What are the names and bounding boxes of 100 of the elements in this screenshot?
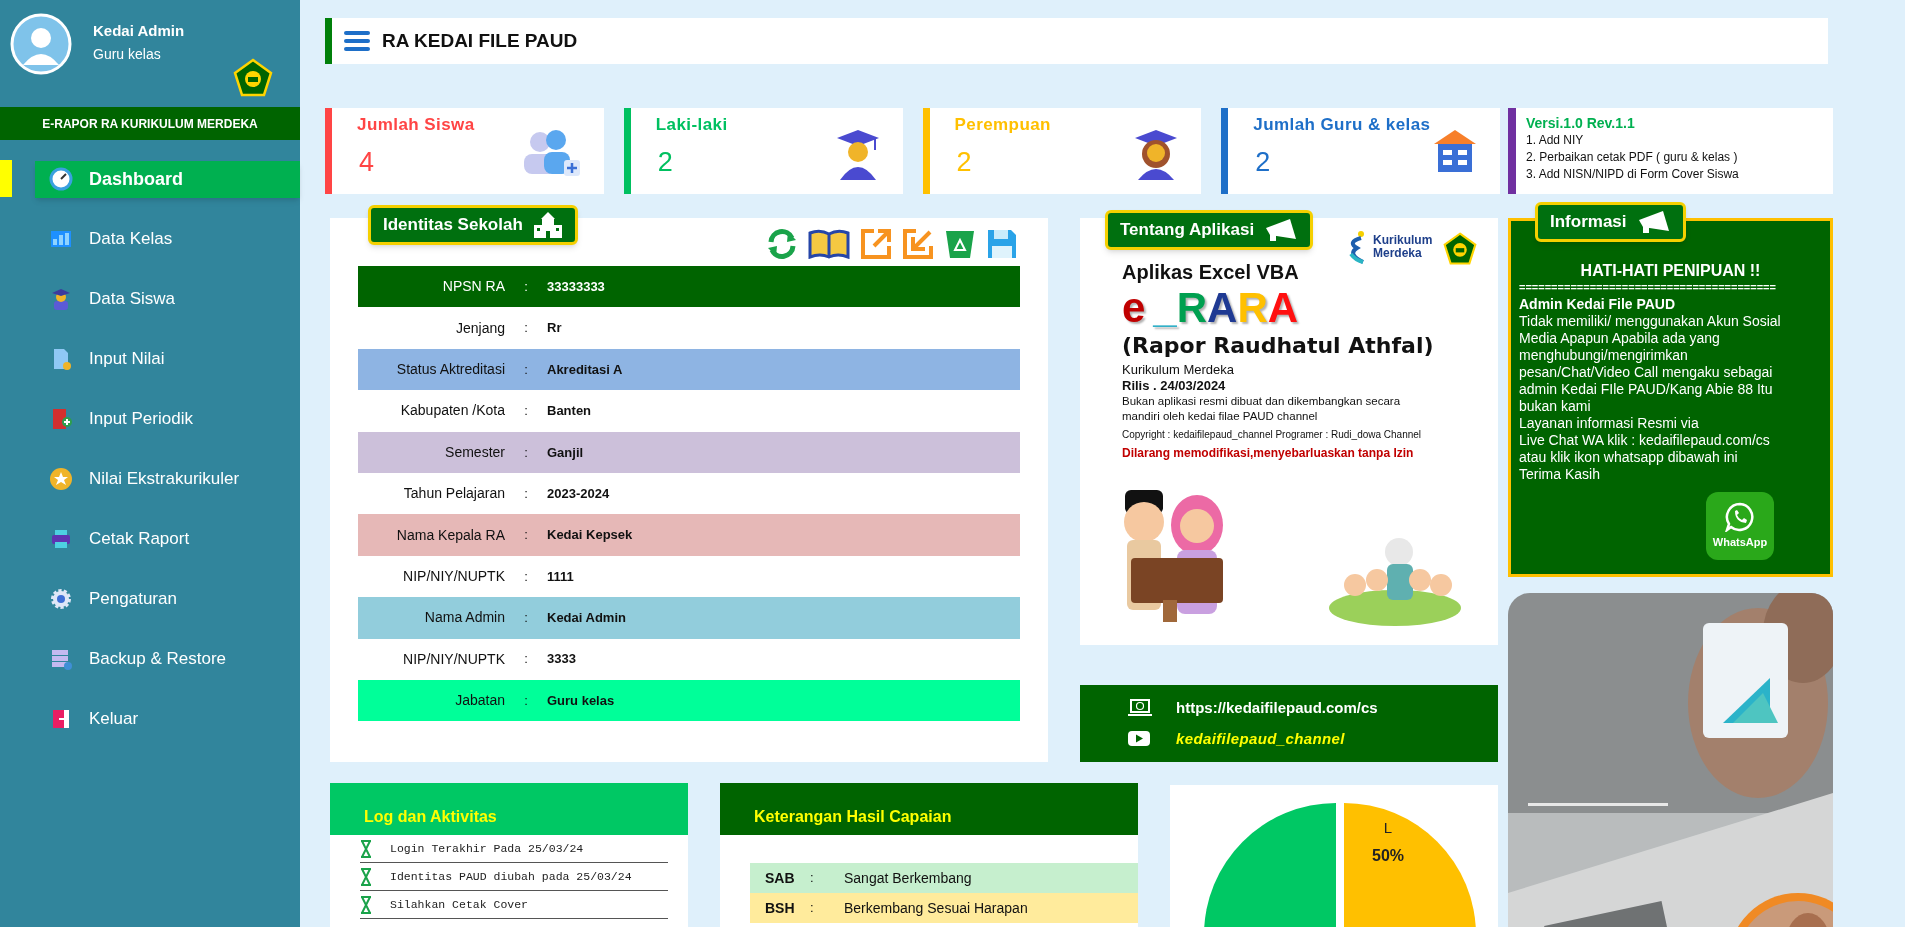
disclaimer-text: Bukan aplikasi resmi dibuat dan dikembangkan secara mandiri oleh kedai filae PAUD channel bbox=[1122, 394, 1402, 424]
field-value: Akreditasi A bbox=[547, 360, 623, 379]
emblem-icon bbox=[1443, 232, 1477, 266]
card-title: Log dan Aktivitas bbox=[364, 807, 497, 827]
sidebar-item[interactable]: Pengaturan bbox=[35, 580, 300, 618]
field-label: Status Aktreditasi bbox=[395, 359, 505, 379]
legend-text: Sangat Berkembang bbox=[844, 868, 972, 888]
colon: : bbox=[523, 526, 529, 545]
field-value: 3333 bbox=[547, 650, 576, 669]
app-banner: E-RAPOR RA KURIKULUM MERDEKA bbox=[0, 107, 300, 140]
curriculum-text: Kurikulum Merdeka bbox=[1122, 362, 1235, 378]
sidebar-item[interactable]: Backup & Restore bbox=[35, 640, 300, 678]
colon: : bbox=[523, 609, 529, 628]
book-icon[interactable] bbox=[808, 229, 850, 259]
badge-label: Identitas Sekolah bbox=[383, 214, 523, 237]
colon: : bbox=[523, 691, 529, 710]
megaphone-icon bbox=[1264, 217, 1299, 243]
stat-label: Perempuan bbox=[954, 114, 1051, 136]
sidebar-item[interactable]: Data Kelas bbox=[35, 220, 300, 258]
colon: : bbox=[810, 899, 815, 918]
field-value: Ganjil bbox=[547, 443, 584, 462]
field-label: Tahun Pelajaran bbox=[402, 484, 505, 504]
gauge-icon bbox=[49, 167, 73, 191]
field-label: Semester bbox=[444, 442, 505, 462]
sender-name: Admin Kedai File PAUD bbox=[1519, 296, 1677, 313]
printer-icon bbox=[49, 527, 73, 551]
sidebar-item[interactable]: Keluar bbox=[35, 700, 300, 738]
laptop-icon bbox=[1128, 699, 1152, 718]
stat-label: Laki-laki bbox=[655, 114, 728, 136]
hourglass-icon bbox=[360, 895, 372, 914]
phone-icon bbox=[1725, 501, 1755, 532]
version-note: 1. Add NIY bbox=[1526, 132, 1585, 149]
field-label: Kabupaten /Kota bbox=[399, 401, 505, 421]
version-note: 3. Add NISN/NIPD di Form Cover Siswa bbox=[1526, 166, 1740, 183]
field-label: Nama Kepala RA bbox=[395, 525, 505, 545]
colon: : bbox=[523, 402, 529, 421]
copyright-text: Copyright : kedaifilepaud_channel Programer : Rudi_dowa Channel bbox=[1122, 428, 1423, 442]
log-entry: Silahkan Cetak Cover bbox=[390, 896, 529, 913]
stat-label: Jumlah Guru & kelas bbox=[1253, 114, 1431, 136]
sidebar-item[interactable]: Input Nilai bbox=[35, 340, 300, 378]
field-label: NIP/NIY/NUPTK bbox=[402, 566, 505, 586]
whatsapp-button[interactable]: WhatsApp bbox=[1706, 492, 1774, 560]
refresh-icon[interactable] bbox=[766, 228, 798, 260]
log-entry: Login Terakhir Pada 25/03/24 bbox=[390, 840, 584, 857]
sidebar-item[interactable]: Input Periodik bbox=[35, 400, 300, 438]
stat-value: 2 bbox=[1255, 146, 1271, 179]
school-icon bbox=[1432, 128, 1478, 174]
field-value: Guru kelas bbox=[547, 691, 615, 710]
link[interactable]: kedaifilepaud_channel bbox=[1176, 727, 1345, 750]
badge-label: Informasi bbox=[1550, 211, 1627, 234]
colon: : bbox=[523, 567, 529, 586]
legend-code: BSH bbox=[764, 898, 796, 918]
save-icon[interactable] bbox=[986, 228, 1018, 260]
field-label: NIP/NIY/NUPTK bbox=[402, 649, 505, 669]
menu-icon[interactable] bbox=[344, 30, 370, 52]
link[interactable]: https://kedaifilepaud.com/cs bbox=[1176, 697, 1378, 720]
app-name: e _RARA bbox=[1122, 284, 1300, 332]
logo-text: Merdeka bbox=[1373, 247, 1423, 260]
info-text: Tidak memiliki/ menggunakan Akun Sosial Media Apapun Apabila ada yang menghubungi/mengirimkan pesan/Chat/Video Call mengaku sebagai admin Kedai FIle PAUD/Kang Abie 88 Itu bukan kami Layanan informasi Resmi via Live Chat WA klik : kedaifilepaud.com/cs atau klik ikon whatsapp dibawah ini Terima Kasih bbox=[1519, 313, 1782, 483]
field-label: Jenjang bbox=[454, 318, 505, 338]
hourglass-icon bbox=[360, 867, 372, 886]
field-value: Kedai Admin bbox=[547, 609, 626, 628]
server-icon bbox=[49, 647, 73, 671]
field-label: Nama Admin bbox=[423, 608, 505, 628]
stat-value: 2 bbox=[956, 146, 972, 179]
page-title: RA KEDAI FILE PAUD bbox=[382, 28, 578, 53]
play-icon bbox=[1128, 731, 1150, 747]
slice-label: L bbox=[1383, 819, 1393, 836]
gear-icon bbox=[49, 587, 73, 611]
version-title: Versi.1.0 Rev.1.1 bbox=[1526, 114, 1636, 132]
export-icon[interactable] bbox=[860, 228, 892, 260]
legend-code: SAB bbox=[764, 868, 796, 888]
slice-value: 50% bbox=[1372, 847, 1404, 864]
sidebar-item[interactable]: Data Siswa bbox=[35, 280, 300, 318]
stat-value: 2 bbox=[657, 146, 673, 179]
import-icon[interactable] bbox=[902, 228, 934, 260]
field-value: 1111 bbox=[547, 567, 574, 586]
recycle-bin-icon[interactable] bbox=[944, 228, 976, 260]
logo-text: Kurikulum bbox=[1373, 234, 1433, 247]
log-entry: Identitas PAUD diubah pada 25/03/24 bbox=[390, 868, 632, 885]
warning-text: Dilarang memodifikasi,menyebarluaskan tanpa Izin bbox=[1122, 445, 1415, 462]
colon: : bbox=[810, 869, 815, 888]
sidebar-item[interactable]: Nilai Ekstrakurikuler bbox=[35, 460, 300, 498]
stat-label: Jumlah Siswa bbox=[357, 114, 475, 136]
field-value: 2023-2024 bbox=[547, 484, 610, 503]
stat-value: 4 bbox=[359, 146, 375, 179]
hourglass-icon bbox=[360, 839, 372, 858]
card-title: Keterangan Hasil Capaian bbox=[754, 807, 952, 827]
colon: : bbox=[523, 277, 529, 296]
app-heading: Aplikas Excel VBA bbox=[1122, 260, 1300, 284]
sidebar-item[interactable]: Cetak Raport bbox=[35, 520, 300, 558]
sidebar-item[interactable]: Dashboard bbox=[35, 160, 300, 198]
avatar bbox=[10, 13, 72, 75]
colon: : bbox=[523, 319, 529, 338]
warning-heading: HATI-HATI PENIPUAN !! bbox=[1579, 261, 1762, 281]
megaphone-icon bbox=[1636, 209, 1671, 235]
field-value: Banten bbox=[547, 402, 592, 421]
emblem-icon bbox=[233, 58, 273, 98]
colon: : bbox=[523, 443, 529, 462]
colon: : bbox=[523, 484, 529, 503]
